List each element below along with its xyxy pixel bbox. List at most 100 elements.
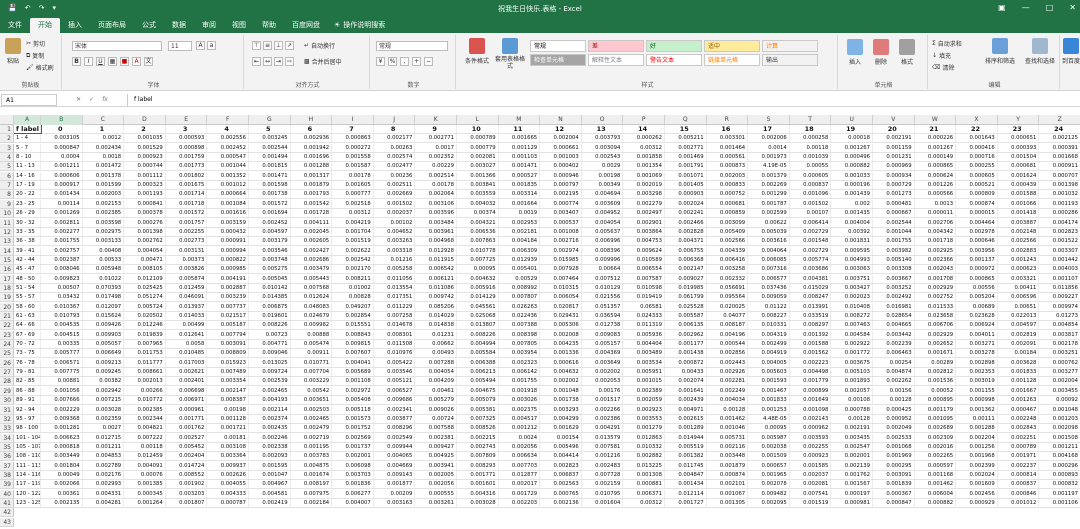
table-cell[interactable]: 0.004065 (374, 452, 416, 461)
table-cell[interactable]: 0.003159 (207, 218, 249, 227)
table-cell[interactable]: 0.002434 (83, 143, 125, 152)
table-cell[interactable]: 0.012641 (166, 330, 208, 339)
table-cell[interactable]: 0.000729 (873, 181, 915, 190)
table-cell[interactable]: 0.001068 (873, 442, 915, 451)
table-cell[interactable]: 0.012715 (83, 433, 125, 442)
table-cell[interactable]: 0.003263 (374, 237, 416, 246)
table-cell[interactable]: 0.00128 (707, 405, 749, 414)
table-cell[interactable]: 0.001308 (623, 470, 665, 479)
table-cell[interactable]: 0.002045 (291, 227, 333, 236)
table-cell[interactable]: 0.000521 (956, 181, 998, 190)
table-cell[interactable]: 0.00055 (790, 162, 832, 171)
close-icon[interactable]: ✕ (1069, 3, 1076, 12)
table-cell[interactable]: 0.002101 (707, 480, 749, 489)
table-cell[interactable]: 0.010332 (623, 442, 665, 451)
table-cell[interactable]: 0.002925 (915, 246, 957, 255)
table-cell[interactable]: 0.011745 (665, 461, 707, 470)
table-cell[interactable]: 0.00471 (124, 255, 166, 264)
table-cell[interactable]: 0.001969 (873, 452, 915, 461)
table-cell[interactable]: 0.001398 (124, 227, 166, 236)
table-cell[interactable]: 0.001494 (249, 153, 291, 162)
column-header-U[interactable]: U (831, 115, 873, 125)
table-cell[interactable]: 0.003667 (873, 274, 915, 283)
table-cell[interactable]: 0.051274 (124, 293, 166, 302)
table-cell[interactable]: 0.000197 (831, 489, 873, 498)
column-header-E[interactable]: E (166, 115, 208, 125)
table-cell[interactable]: 0.007588 (415, 424, 457, 433)
table-cell[interactable]: 0.002059 (623, 396, 665, 405)
table-cell[interactable]: 0.002003 (83, 190, 125, 199)
table-cell[interactable]: 0.004515 (41, 330, 83, 339)
table-cell[interactable]: 0.002147 (665, 265, 707, 274)
table-cell[interactable]: 0.003298 (623, 190, 665, 199)
table-cell[interactable]: 0.004174 (1039, 218, 1080, 227)
table-cell[interactable]: 0.000822 (207, 255, 249, 264)
table-cell[interactable]: 0.004632 (457, 274, 499, 283)
header-cell[interactable]: 4 (207, 125, 249, 133)
table-cell[interactable]: 0.001129 (499, 143, 541, 152)
table-cell[interactable]: 0.001536 (915, 377, 957, 386)
table-cell[interactable]: 0.010315 (540, 283, 582, 292)
table-cell[interactable]: 0.000432 (207, 227, 249, 236)
table-cell[interactable]: 0.004919 (748, 349, 790, 358)
table-cell[interactable]: 0.011508 (374, 340, 416, 349)
table-cell[interactable]: 0.010367 (41, 302, 83, 311)
table-cell[interactable]: 0.000196 (831, 181, 873, 190)
table-cell[interactable]: 0.004316 (457, 489, 499, 498)
table-cell[interactable]: 0.020502 (124, 312, 166, 320)
table-cell[interactable]: 0.002002 (582, 368, 624, 377)
table-cell[interactable]: 0.006649 (83, 349, 125, 358)
table-cell[interactable]: 0.002652 (915, 340, 957, 349)
table-cell[interactable]: 0.002013 (124, 377, 166, 386)
table-cell[interactable]: 0.004597 (998, 321, 1040, 330)
header-cell[interactable]: 22 (956, 125, 998, 133)
increase-decimal-icon[interactable]: + (412, 57, 421, 66)
grow-font-button[interactable]: A (196, 41, 205, 50)
table-cell[interactable]: 0.001696 (291, 153, 333, 162)
tab-3[interactable]: 页面布局 (90, 18, 134, 33)
table-cell[interactable]: 0.001793 (291, 190, 333, 199)
table-cell[interactable]: 0.009426 (83, 321, 125, 330)
table-cell[interactable]: 0.004191 (207, 274, 249, 283)
table-cell[interactable]: 0.007463 (831, 321, 873, 330)
table-cell[interactable]: 0.003841 (457, 181, 499, 190)
table-cell[interactable]: 0.000255 (956, 162, 998, 171)
table-cell[interactable]: 0.002719 (291, 433, 333, 442)
table-cell[interactable]: 0.004535 (41, 321, 83, 330)
table-cell[interactable]: 0.000606 (41, 171, 83, 180)
cell-style-6[interactable]: 解释性文本 (588, 54, 644, 66)
table-cell[interactable]: 0.003091 (873, 470, 915, 479)
table-cell[interactable]: 0.004875 (291, 461, 333, 470)
table-cell[interactable]: 0.005774 (790, 255, 832, 264)
table-cell[interactable]: 0.001279 (623, 424, 665, 433)
table-cell[interactable]: 0.000555 (415, 489, 457, 498)
column-header-K[interactable]: K (415, 115, 457, 125)
table-cell[interactable]: 0.00411 (998, 283, 1040, 292)
table-cell[interactable]: 0.003261 (415, 499, 457, 507)
table-cell[interactable]: 0.085206 (415, 302, 457, 311)
table-cell[interactable]: 0.000226 (915, 134, 957, 143)
header-cell[interactable]: 15 (665, 125, 707, 133)
table-cell[interactable]: 0.005731 (707, 433, 749, 442)
table-cell[interactable]: 0.002549 (374, 433, 416, 442)
table-cell[interactable]: 0.006698 (166, 386, 208, 395)
table-cell[interactable]: 0.005409 (707, 227, 749, 236)
table-cell[interactable]: 0.000981 (831, 499, 873, 507)
table-cell[interactable]: 0.000832 (1039, 480, 1080, 489)
table-cell[interactable]: 61 - 63 (14, 312, 41, 320)
table-cell[interactable]: 0.002978 (956, 227, 998, 236)
table-cell[interactable]: 0.025068 (457, 312, 499, 320)
table-cell[interactable]: 0.006554 (623, 265, 665, 274)
table-cell[interactable]: 0.007489 (207, 368, 249, 377)
table-cell[interactable]: 0.013554 (374, 283, 416, 292)
table-cell[interactable]: 0.003028 (83, 405, 125, 414)
table-cell[interactable]: 0.003877 (374, 414, 416, 423)
table-cell[interactable]: 0.005103 (831, 368, 873, 377)
table-cell[interactable]: 0.005204 (956, 293, 998, 302)
table-cell[interactable]: 0.002729 (790, 246, 832, 255)
column-header-B[interactable]: B (41, 115, 83, 125)
table-cell[interactable]: 0.002856 (707, 349, 749, 358)
table-cell[interactable]: 0.010795 (582, 489, 624, 498)
merge-center-button[interactable]: ▩ 合并后居中 (304, 57, 342, 66)
table-cell[interactable]: 0.002771 (415, 134, 457, 143)
